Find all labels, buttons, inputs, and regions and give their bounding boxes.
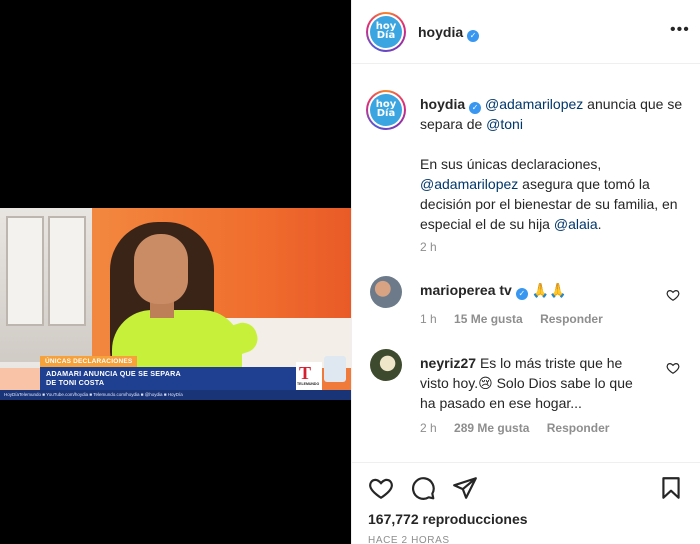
caption-avatar[interactable]: hoy Día (366, 90, 406, 130)
verified-badge-icon: ✓ (469, 102, 482, 114)
comment-time[interactable]: 2 h (420, 421, 437, 435)
avatar[interactable]: hoy Día (366, 12, 406, 52)
post-panel: hoy Día hoydia ✓ ••• hoy Día hoydia ✓ @adama… (351, 0, 700, 544)
comment-username[interactable]: neyriz27 (420, 355, 476, 371)
reply-button[interactable]: Responder (547, 421, 610, 435)
views-count[interactable]: 167,772 reproducciones (368, 511, 528, 527)
lower-third-headline: ADAMARI ANUNCIA QUE SE SEPARA DE TONI CO… (40, 367, 298, 390)
telemundo-logo: T TELEMUNDO (296, 362, 322, 390)
mention-link[interactable]: @adamarilopez (485, 96, 583, 112)
comment-time[interactable]: 1 h (420, 312, 437, 326)
video-frame[interactable]: ÚNICAS DECLARACIONES ADAMARI ANUNCIA QUE… (0, 208, 351, 400)
reply-button[interactable]: Responder (540, 312, 603, 326)
comment-bubble-icon[interactable] (410, 475, 436, 501)
comment-text: 🙏🙏 (531, 282, 567, 298)
username-link[interactable]: hoydia ✓ (418, 24, 480, 42)
share-send-icon[interactable] (452, 475, 478, 501)
caption-timestamp[interactable]: 2 h (420, 240, 437, 254)
comments-section[interactable]: hoy Día hoydia ✓ @adamarilopez anuncia que… (352, 64, 700, 462)
verified-badge-icon: ✓ (467, 30, 480, 42)
hoydia-logo-icon: hoy Día (370, 94, 402, 126)
verified-badge-icon: ✓ (515, 288, 528, 300)
news-ticker: HoyDíaTelemundo ■ YouTube.com/hoydia ■ T… (0, 390, 351, 400)
post-caption: hoydia ✓ @adamarilopez anuncia que se sep… (420, 96, 683, 232)
comment-likes[interactable]: 15 Me gusta (454, 312, 523, 326)
lower-third-tag: ÚNICAS DECLARACIONES (40, 356, 138, 367)
like-heart-icon[interactable] (368, 475, 394, 501)
hoydia-logo-icon: hoy Día (370, 16, 402, 48)
bookmark-save-icon[interactable] (658, 475, 684, 501)
mention-link[interactable]: @adamarilopez (420, 176, 518, 192)
post-actions: 167,772 reproducciones HACE 2 HORAS (352, 462, 700, 544)
comment-meta: 2 h 289 Me gusta Responder (420, 421, 623, 435)
post-header: hoy Día hoydia ✓ ••• (352, 0, 700, 64)
avatar[interactable] (370, 349, 402, 381)
heart-icon[interactable] (666, 361, 680, 375)
studio-window (0, 208, 92, 368)
comment-likes[interactable]: 289 Me gusta (454, 421, 529, 435)
more-options-icon[interactable]: ••• (670, 22, 690, 38)
comment-username[interactable]: marioperea tv (420, 282, 512, 298)
post-timestamp[interactable]: HACE 2 HORAS (368, 535, 450, 544)
person-face (134, 234, 188, 304)
hoydia-bug-icon (324, 356, 346, 382)
heart-icon[interactable] (666, 288, 680, 302)
mention-link[interactable]: @toni (486, 116, 523, 132)
news-lower-third: ÚNICAS DECLARACIONES ADAMARI ANUNCIA QUE… (0, 356, 351, 400)
comment-meta: 1 h 15 Me gusta Responder (420, 312, 617, 326)
avatar[interactable] (370, 276, 402, 308)
caption-username[interactable]: hoydia (420, 96, 465, 112)
post-media[interactable]: ÚNICAS DECLARACIONES ADAMARI ANUNCIA QUE… (0, 0, 351, 544)
mention-link[interactable]: @alaia (554, 216, 598, 232)
